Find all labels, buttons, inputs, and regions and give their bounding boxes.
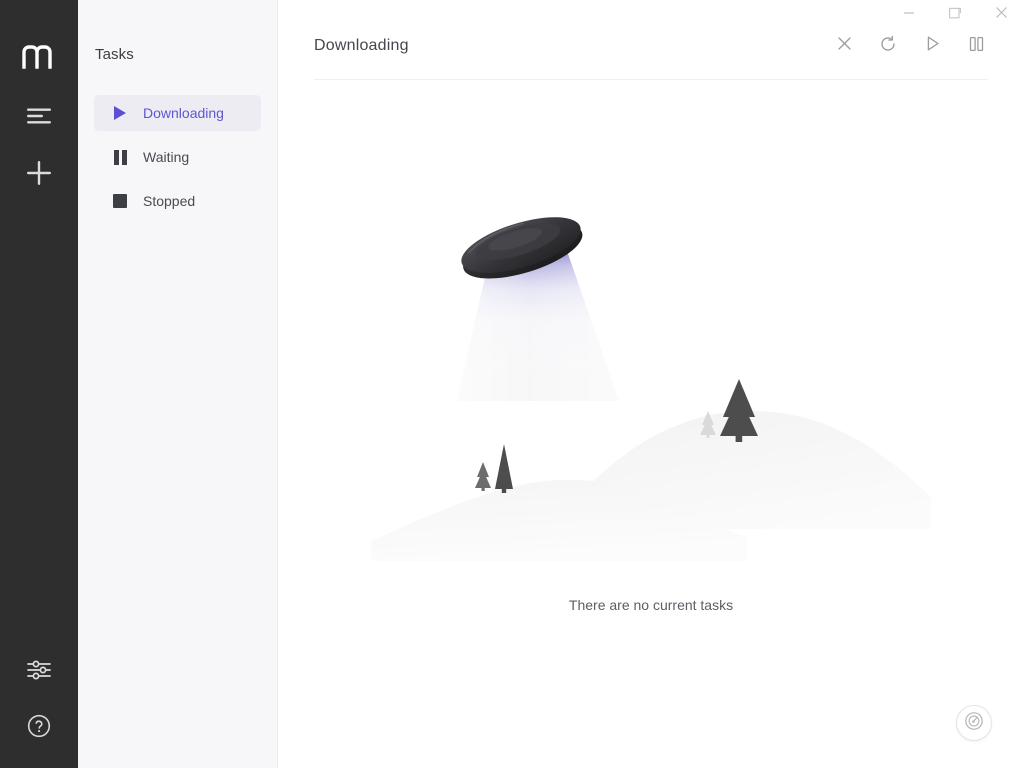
- close-button[interactable]: [978, 0, 1024, 30]
- minimize-icon: [903, 6, 915, 24]
- close-x-icon: [837, 36, 852, 56]
- minimize-button[interactable]: [886, 0, 932, 30]
- sidebar-item-downloading[interactable]: Downloading: [94, 95, 261, 131]
- question-circle-icon: [27, 714, 51, 743]
- play-outline-icon: [924, 35, 941, 57]
- refresh-button[interactable]: [876, 34, 900, 58]
- sidebar-item-add-task[interactable]: [17, 153, 61, 197]
- ufo-abducting-landscape-illustration: [371, 189, 931, 609]
- task-list-panel: Tasks Downloading Waiting Stopped: [78, 0, 278, 768]
- page-title: Downloading: [314, 37, 409, 55]
- speedometer-icon: [964, 711, 984, 736]
- play-icon: [112, 105, 128, 121]
- maximize-icon: [948, 6, 962, 25]
- task-status-nav: Downloading Waiting Stopped: [94, 95, 261, 227]
- empty-state-message: There are no current tasks: [278, 597, 1024, 613]
- list-lines-icon: [26, 107, 52, 130]
- tree-large-right: [720, 379, 758, 442]
- plus-icon: [26, 160, 52, 191]
- header-toolbar: [832, 34, 988, 58]
- pause-all-button[interactable]: [964, 34, 988, 58]
- sidebar-item-label: Waiting: [143, 149, 189, 165]
- resume-button[interactable]: [920, 34, 944, 58]
- stop-icon: [112, 193, 128, 209]
- speed-meter-button[interactable]: [956, 705, 992, 741]
- sliders-icon: [27, 659, 51, 686]
- app-window: Tasks Downloading Waiting Stopped: [0, 0, 1024, 768]
- sidebar-item-task-list[interactable]: [17, 96, 61, 140]
- empty-state: There are no current tasks: [278, 81, 1024, 768]
- sidebar-item-stopped[interactable]: Stopped: [94, 183, 261, 219]
- close-icon: [995, 6, 1008, 24]
- window-controls: [886, 0, 1024, 30]
- tree-small-left: [475, 462, 491, 491]
- delete-task-button[interactable]: [832, 34, 856, 58]
- left-rail: [0, 0, 78, 768]
- tree-tall-left: [495, 444, 513, 493]
- pause-icon: [112, 149, 128, 165]
- sidebar-item-label: Downloading: [143, 105, 224, 121]
- sidebar-item-help[interactable]: [17, 706, 61, 750]
- motrix-logo-icon: [17, 40, 61, 74]
- pause-outline-icon: [968, 36, 985, 57]
- sidebar-item-label: Stopped: [143, 193, 195, 209]
- maximize-button[interactable]: [932, 0, 978, 30]
- refresh-icon: [879, 35, 897, 58]
- panel-title: Tasks: [95, 46, 134, 63]
- main-content: Downloading: [278, 0, 1024, 768]
- sidebar-item-preferences[interactable]: [17, 650, 61, 694]
- sidebar-item-waiting[interactable]: Waiting: [94, 139, 261, 175]
